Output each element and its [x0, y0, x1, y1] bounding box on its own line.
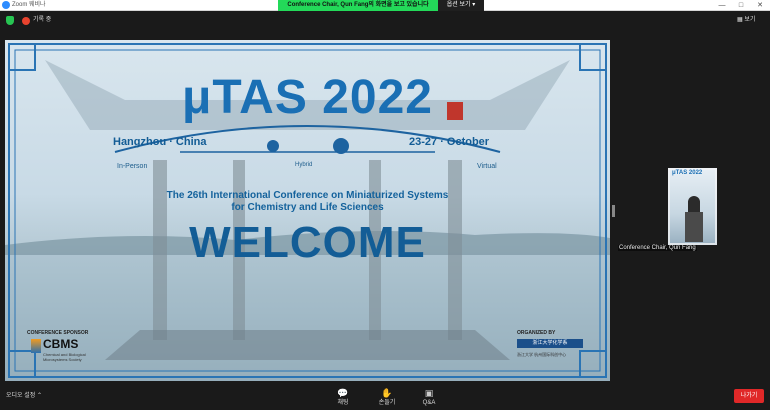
sponsor-block: CONFERENCE SPONSOR CBMS Chemical and Bio… [27, 330, 115, 374]
organizer-block: ORGANIZED BY 浙江大学化学系 浙江大学 杭州国际科创中心 [513, 330, 593, 374]
panel-resize-handle[interactable] [612, 205, 615, 217]
raise-hand-icon: ✋ [381, 388, 393, 398]
zoom-logo-icon [2, 1, 10, 9]
sponsor-name: CBMS [43, 337, 79, 351]
view-options-label: 옵션 보기 [446, 2, 471, 8]
view-button[interactable]: ▦ 보기 [737, 14, 755, 26]
grid-icon: ▦ [737, 17, 743, 23]
meeting-toolbar: 오디오 설정 ⌃ 💬 채팅 ✋ 손들기 ▣ Q&A 나가기 [0, 387, 770, 410]
qa-label: Q&A [422, 400, 436, 406]
podium [685, 212, 703, 242]
app-title: Zoom 웨비나 [12, 2, 46, 8]
qa-icon: ▣ [424, 388, 434, 398]
audio-settings-label: 오디오 설정 [6, 393, 36, 399]
security-shield-icon[interactable] [6, 16, 14, 25]
view-label: 보기 [744, 17, 756, 23]
leave-button[interactable]: 나가기 [734, 389, 764, 403]
organizer-label: ORGANIZED BY [517, 330, 556, 336]
speaker-video-tile[interactable]: μTAS 2022 [668, 168, 717, 245]
tree-left [267, 140, 279, 152]
participant-name-label: Conference Chair, Qun Fang [618, 245, 697, 251]
maximize-button[interactable]: □ [731, 0, 751, 11]
slide-dates: 23-27 · October [409, 136, 490, 148]
chat-button[interactable]: 💬 채팅 [328, 387, 358, 410]
shared-screen: μTAS 2022 Hangzhou · China 23-27 · Octob… [5, 40, 610, 381]
chat-label: 채팅 [337, 400, 349, 406]
sponsor-subtitle: Chemical and Biological Microsystems Soc… [43, 352, 86, 362]
recording-icon [22, 17, 30, 25]
organizer-subtitle: 浙江大学 杭州国际科创中心 [517, 352, 567, 357]
minimize-button[interactable]: — [712, 0, 732, 11]
screen-share-banner: Conference Chair, Qun Fang의 화면을 보고 있습니다 [278, 0, 438, 11]
meeting-status-row: 기록 중 ▦ 보기 [0, 12, 770, 30]
audio-settings-button[interactable]: 오디오 설정 ⌃ [6, 391, 42, 401]
close-button[interactable]: ✕ [750, 0, 770, 11]
video-banner-title: μTAS 2022 [672, 170, 703, 176]
tree-right [333, 138, 349, 154]
recording-label: 기록 중 [33, 17, 52, 23]
mode-hybrid: Hybrid [295, 162, 313, 168]
conference-name-line2: for Chemistry and Life Sciences [231, 202, 384, 213]
title-bar: Zoom 웨비나 Conference Chair, Qun Fang의 화면을… [0, 0, 770, 11]
platform [105, 330, 510, 360]
mode-in-person: In-Person [117, 163, 148, 170]
zoom-window: Zoom 웨비나 Conference Chair, Qun Fang의 화면을… [0, 0, 770, 410]
slide-location: Hangzhou · China [113, 136, 207, 148]
conference-name-line1: The 26th International Conference on Min… [166, 190, 449, 201]
raise-hand-label: 손들기 [378, 400, 396, 406]
view-options-button[interactable]: 옵션 보기 ▾ [438, 0, 484, 11]
chevron-up-icon: ⌃ [36, 393, 42, 399]
qa-button[interactable]: ▣ Q&A [414, 387, 444, 410]
raise-hand-button[interactable]: ✋ 손들기 [372, 387, 402, 410]
cbms-logo-icon [31, 339, 41, 353]
slide-title: μTAS 2022 [182, 71, 433, 124]
sponsor-label: CONFERENCE SPONSOR [27, 330, 89, 336]
chat-icon: 💬 [337, 388, 349, 398]
welcome-heading: WELCOME [189, 218, 426, 267]
organizer-name: 浙江大学化学系 [517, 339, 583, 348]
mode-virtual: Virtual [477, 163, 497, 170]
